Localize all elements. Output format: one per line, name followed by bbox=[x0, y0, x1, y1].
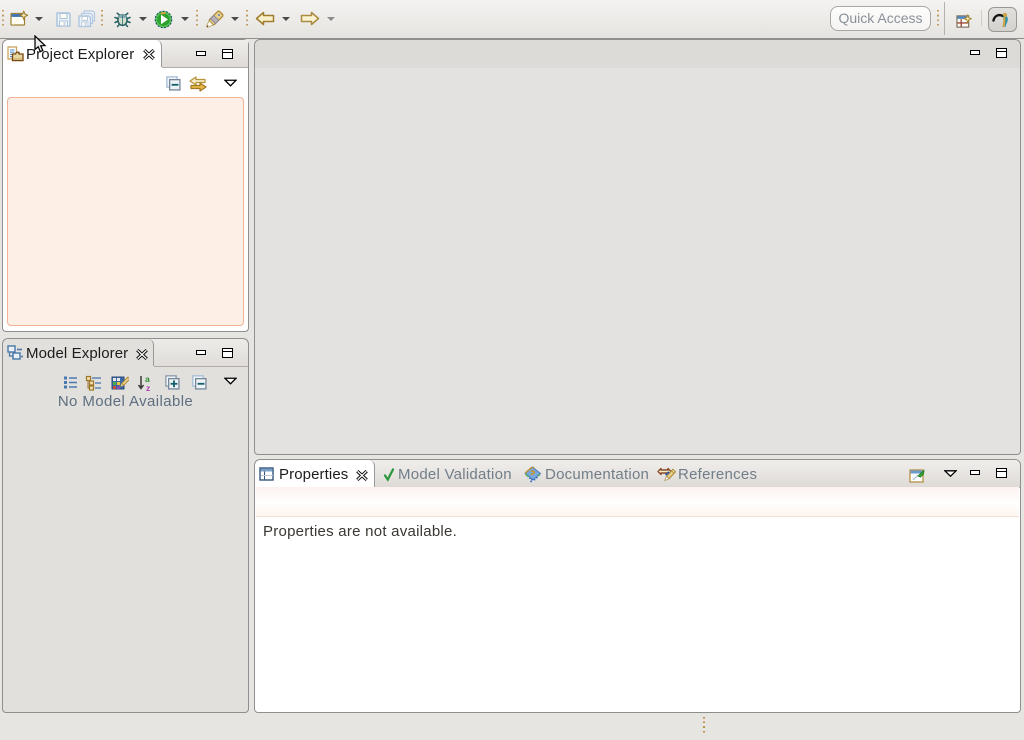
svg-text:z: z bbox=[146, 383, 150, 392]
